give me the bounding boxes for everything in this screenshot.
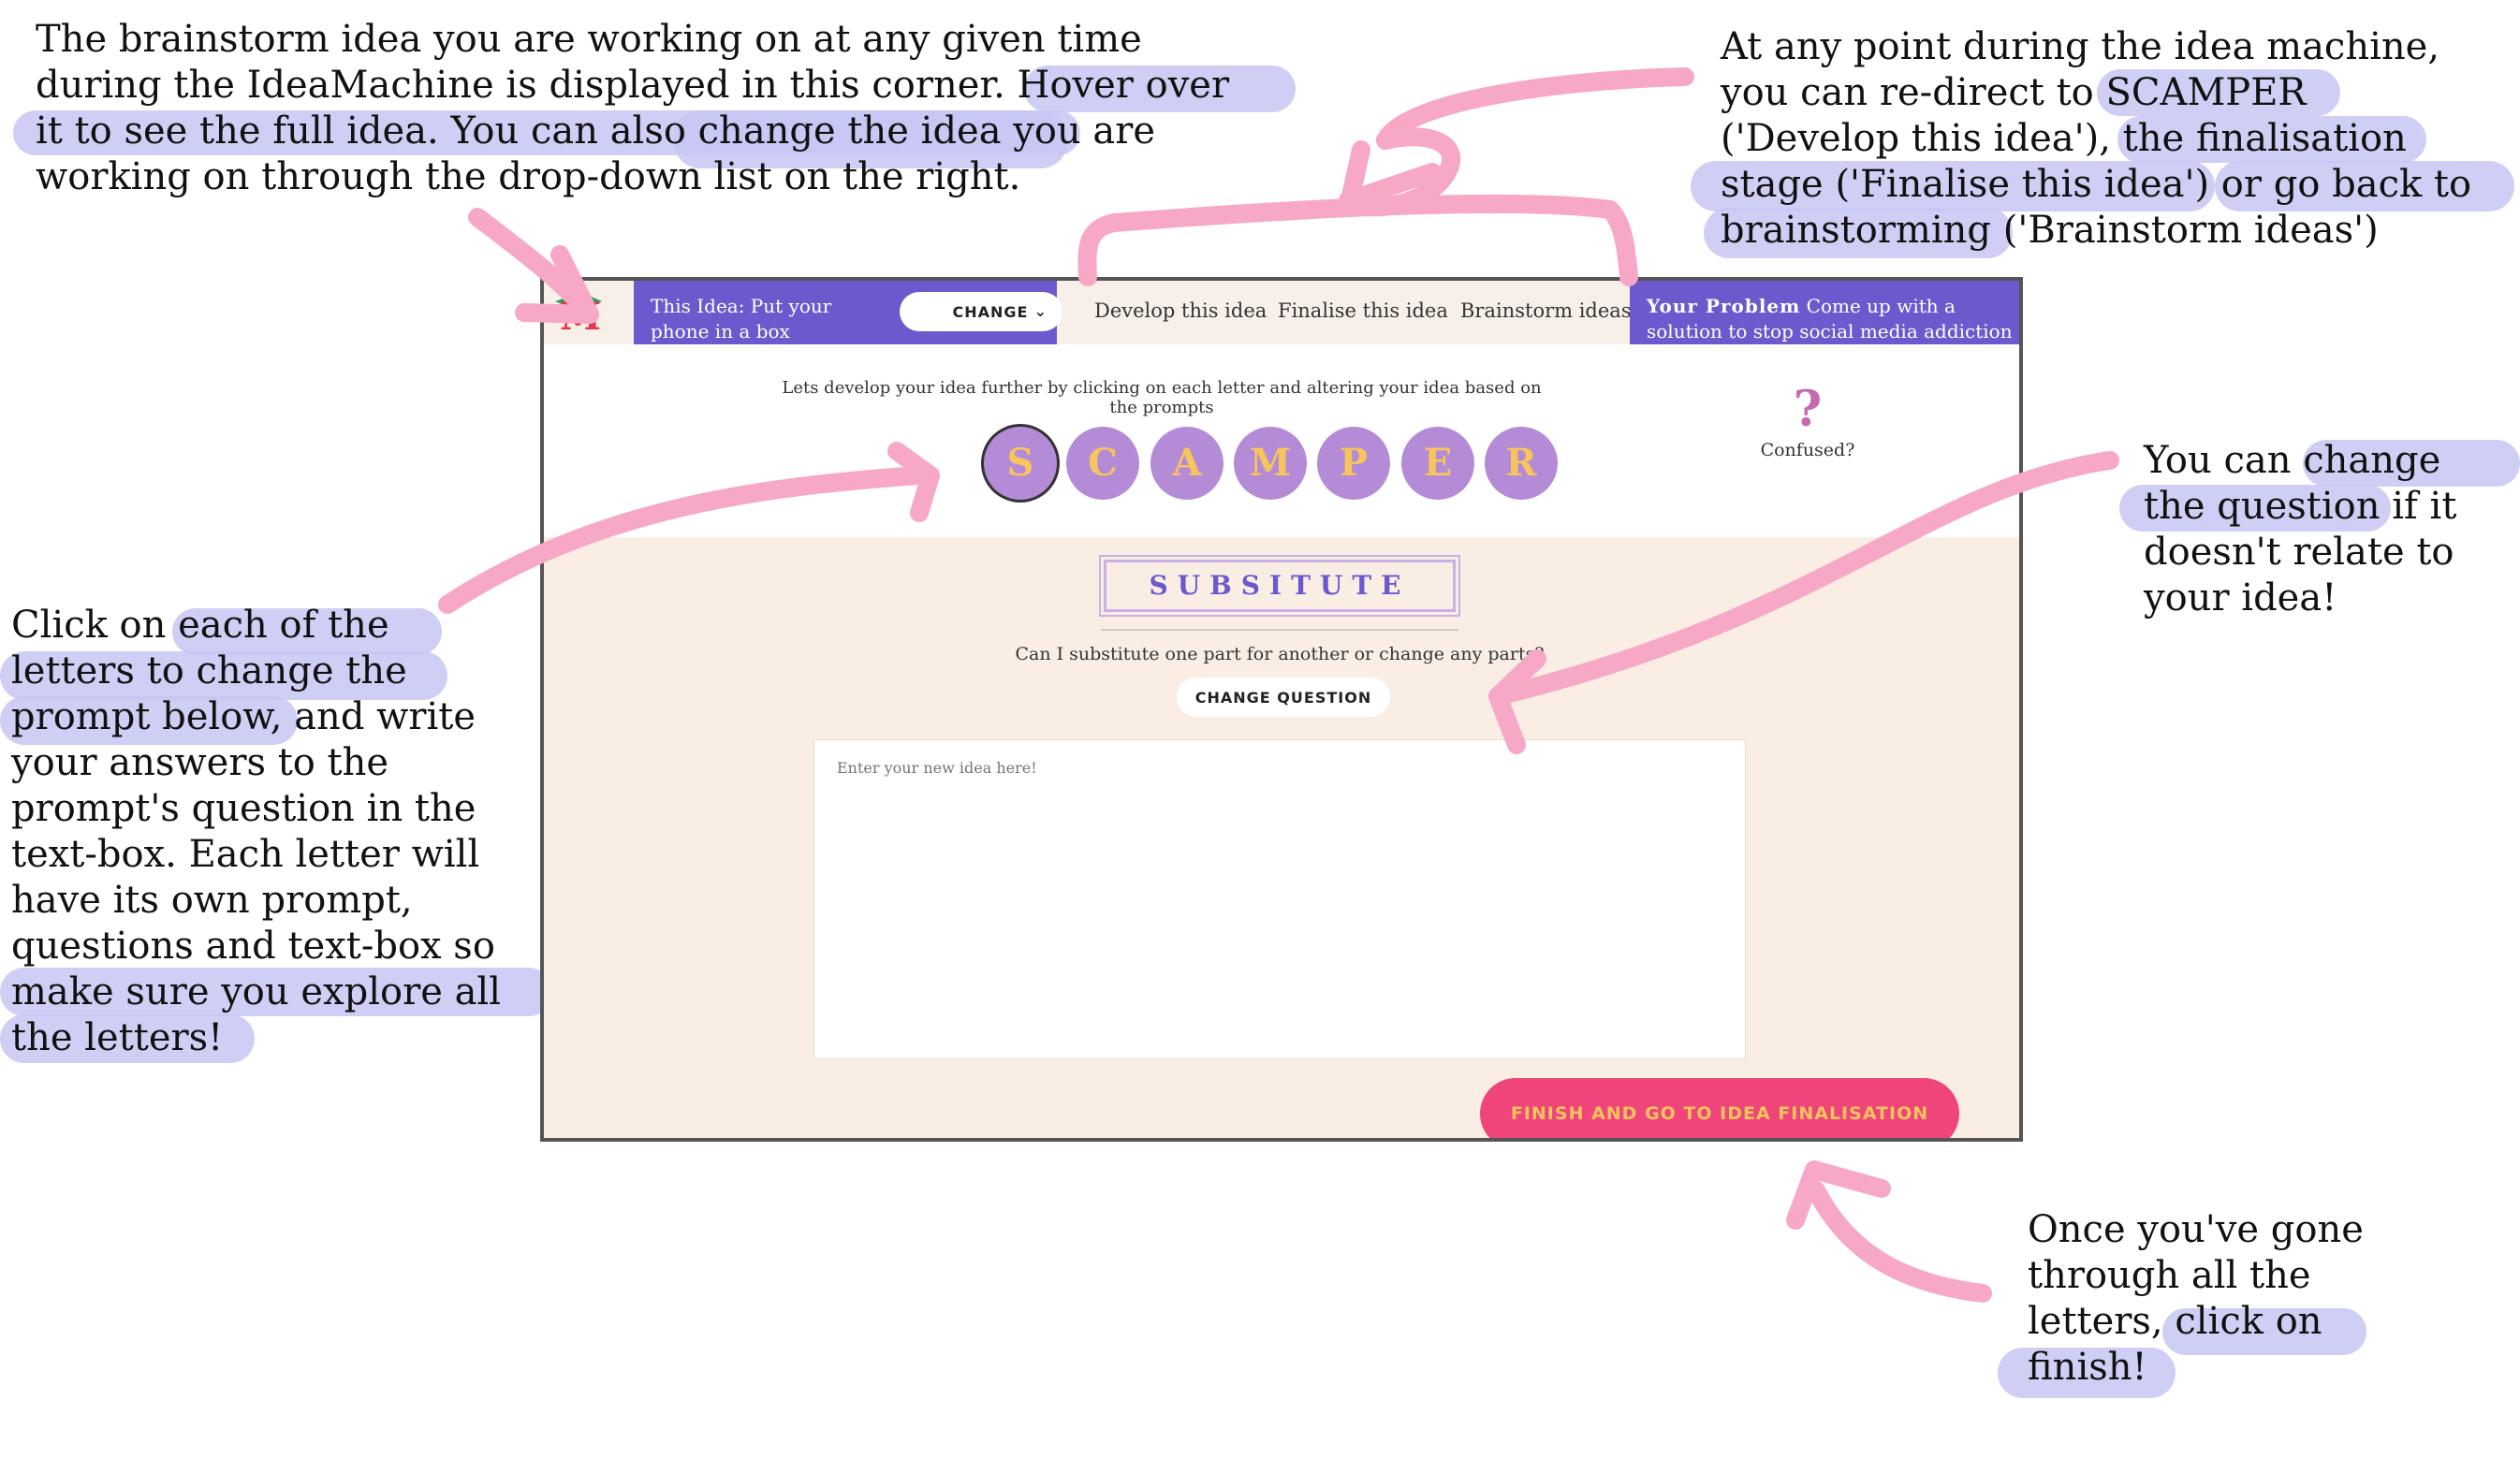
app-window: M This Idea: Put your phone in a box CHA… — [540, 277, 2023, 1142]
change-question-button[interactable]: CHANGE QUESTION — [1177, 678, 1390, 717]
nav-brainstorm-ideas[interactable]: Brainstorm ideas — [1460, 299, 1632, 322]
current-idea-box[interactable]: This Idea: Put your phone in a box CHANG… — [634, 281, 1062, 344]
problem-box: Your Problem Come up with a solution to … — [1630, 281, 2019, 344]
annotation-left: Click on each of the letters to change t… — [11, 604, 502, 1059]
letter-c-button[interactable]: C — [1066, 427, 1139, 500]
help-button[interactable]: ? Confused? — [1751, 381, 1864, 461]
idea-dropdown-label: CHANGE — [952, 303, 1029, 321]
nav-develop-idea[interactable]: Develop this idea — [1094, 299, 1267, 322]
letter-a-button[interactable]: A — [1150, 427, 1223, 500]
finish-button[interactable]: FINISH AND GO TO IDEA FINALISATION — [1480, 1078, 1959, 1138]
nav-finalise-idea[interactable]: Finalise this idea — [1278, 299, 1448, 322]
letter-e-button[interactable]: E — [1401, 427, 1474, 500]
current-idea-text: This Idea: Put your phone in a box — [651, 295, 832, 343]
section-title: SUBSITUTE — [1099, 555, 1460, 617]
scamper-instruction: Lets develop your idea further by clicki… — [782, 378, 1542, 417]
idea-dropdown[interactable]: CHANGE ⌄ — [900, 292, 1062, 331]
top-navbar: M This Idea: Put your phone in a box CHA… — [544, 281, 2019, 344]
prompt-panel: SUBSITUTE Can I substitute one part for … — [544, 537, 2019, 1138]
ideamachine-logo[interactable]: M — [553, 288, 608, 339]
problem-text: Your Problem Come up with a solution to … — [1647, 294, 2019, 344]
letter-m-button[interactable]: M — [1234, 427, 1307, 500]
help-label: Confused? — [1760, 440, 1855, 460]
annotation-right: You can change the question if it doesn'… — [2144, 439, 2457, 620]
chevron-down-icon: ⌄ — [1033, 302, 1048, 320]
letter-r-button[interactable]: R — [1485, 427, 1558, 500]
annotation-top-left: The brainstorm idea you are working on a… — [36, 18, 1230, 198]
idea-textarea[interactable] — [813, 739, 1746, 1059]
letter-s-button[interactable]: S — [984, 427, 1057, 500]
letter-p-button[interactable]: P — [1317, 427, 1390, 500]
annotation-bottom-right: Once you've gone through all the letters… — [2028, 1208, 2364, 1389]
prompt-question: Can I substitute one part for another or… — [1015, 644, 1545, 664]
divider — [1101, 629, 1458, 631]
annotation-top-right: At any point during the idea machine, yo… — [1721, 25, 2472, 252]
logo-letter: M — [560, 295, 601, 337]
question-mark-icon: ? — [1793, 381, 1823, 438]
problem-label: Your Problem — [1647, 295, 1801, 317]
